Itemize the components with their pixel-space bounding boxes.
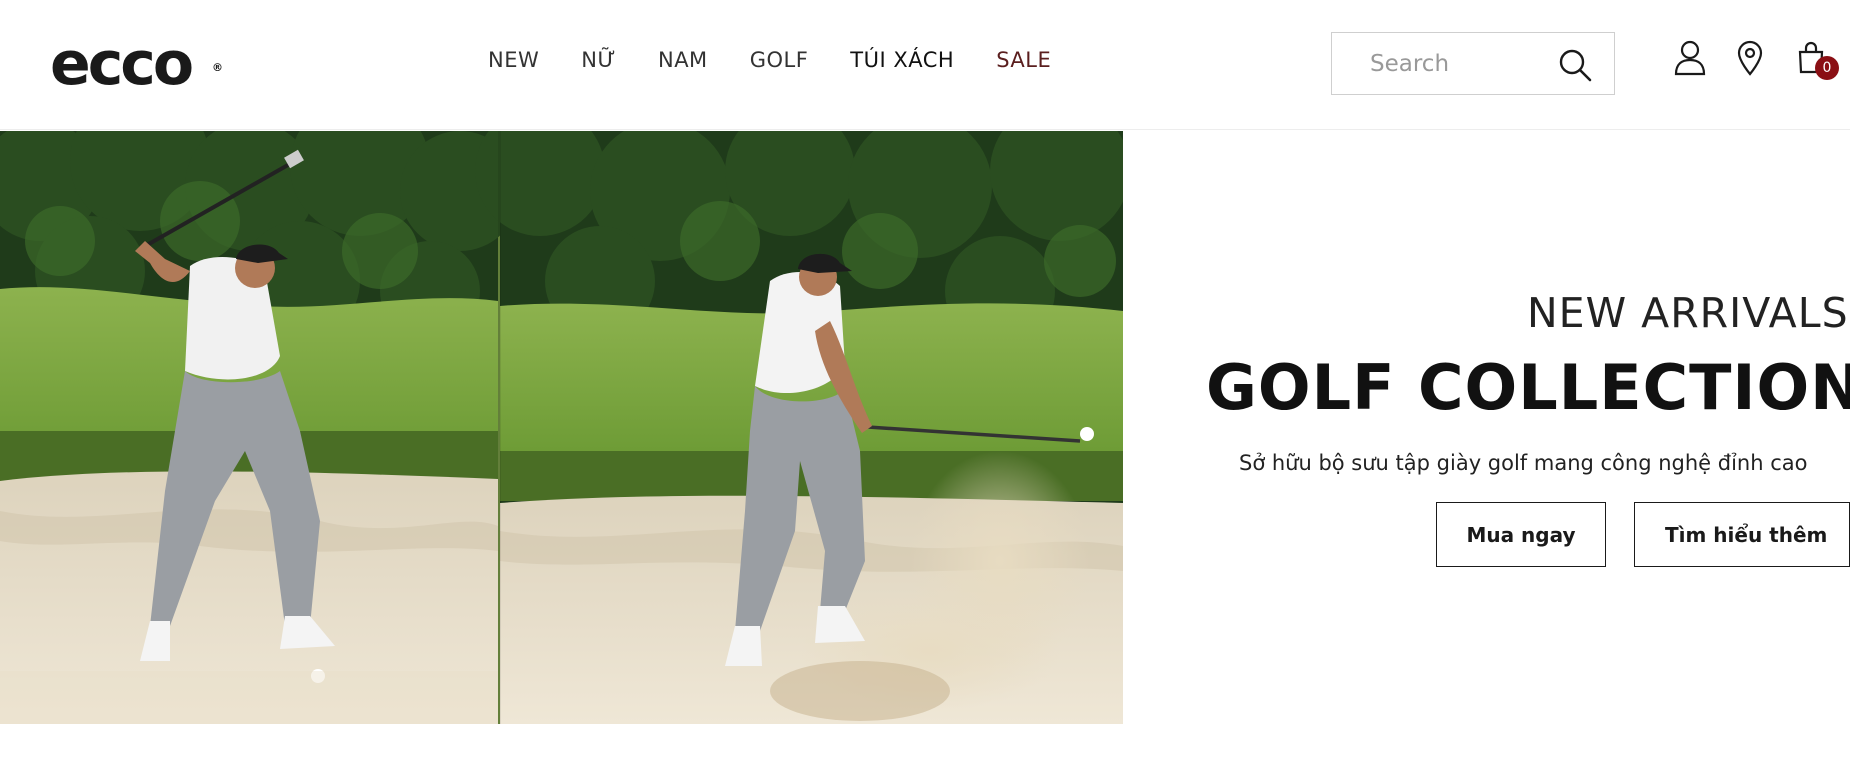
hero-subtext: Sở hữu bộ sưu tập giày golf mang công ng… [1239,451,1808,475]
site-header: ecco ® NEW NỮ NAM GOLF TÚI XÁCH SALE Sea… [0,0,1850,130]
user-icon[interactable] [1674,40,1708,80]
hero-copy: NEW ARRIVALS GOLF COLLECTION Sở hữu bộ s… [1123,131,1850,724]
shopping-bag-icon[interactable]: 0 [1796,40,1839,80]
main-nav: NEW NỮ NAM GOLF TÚI XÁCH SALE [488,48,1093,72]
cart-count-badge: 0 [1815,56,1839,80]
buy-now-button[interactable]: Mua ngay [1436,502,1606,567]
learn-more-button[interactable]: Tìm hiểu thêm [1634,502,1850,567]
nav-women[interactable]: NỮ [581,48,616,72]
nav-golf[interactable]: GOLF [750,48,809,72]
nav-bags[interactable]: TÚI XÁCH [850,48,954,72]
search-icon[interactable] [1558,48,1592,82]
logo-wordmark: ecco [50,29,194,99]
hero-headline: GOLF COLLECTION [1206,351,1850,424]
nav-men[interactable]: NAM [658,48,708,72]
hero-eyebrow: NEW ARRIVALS [1527,289,1849,337]
search-box [1331,32,1615,95]
nav-new[interactable]: NEW [488,48,539,72]
search-input[interactable] [1370,47,1550,81]
nav-sale[interactable]: SALE [996,48,1051,72]
photo-divider [498,131,501,724]
location-pin-icon[interactable] [1736,40,1770,80]
right-photo [475,131,1123,724]
left-photo [0,131,520,724]
hero-golf-image[interactable] [0,131,1123,724]
registered-mark: ® [212,61,223,74]
ecco-logo[interactable]: ecco ® [50,34,223,94]
